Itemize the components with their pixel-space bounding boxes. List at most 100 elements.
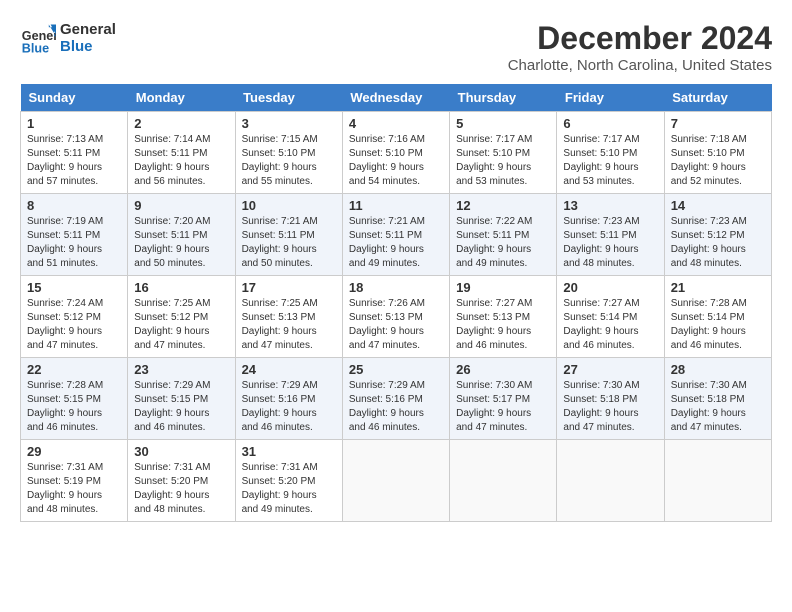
day-cell-12: 12Sunrise: 7:22 AMSunset: 5:11 PMDayligh… [450, 194, 557, 276]
day-info-3: Sunrise: 7:15 AMSunset: 5:10 PMDaylight:… [242, 133, 336, 189]
week-row-5: 29 Sunrise: 7:31 AMSunset: 5:19 PMDayligh… [21, 440, 772, 522]
day-info-13: Sunrise: 7:23 AMSunset: 5:11 PMDaylight:… [563, 215, 657, 271]
day-cell-2: 2 Sunrise: 7:14 AMSunset: 5:11 PMDaylight… [128, 112, 235, 194]
day-number-5: 5 [456, 116, 550, 131]
day-cell-17: 17 Sunrise: 7:25 AMSunset: 5:13 PMDayligh… [235, 276, 342, 358]
day-info-16: Sunrise: 7:25 AMSunset: 5:12 PMDaylight:… [134, 297, 228, 353]
day-info-2: Sunrise: 7:14 AMSunset: 5:11 PMDaylight:… [134, 133, 228, 189]
day-number-19: 19 [456, 280, 550, 295]
day-cell-31: 31 Sunrise: 7:31 AMSunset: 5:20 PMDayligh… [235, 440, 342, 522]
day-number-17: 17 [242, 280, 336, 295]
day-cell-30: 30 Sunrise: 7:31 AMSunset: 5:20 PMDayligh… [128, 440, 235, 522]
day-cell-13: 13 Sunrise: 7:23 AMSunset: 5:11 PMDayligh… [557, 194, 664, 276]
day-info-6: Sunrise: 7:17 AMSunset: 5:10 PMDaylight:… [563, 133, 657, 189]
day-info-7: Sunrise: 7:18 AMSunset: 5:10 PMDaylight:… [671, 133, 765, 189]
day-number-29: 29 [27, 444, 121, 459]
svg-text:Blue: Blue [22, 41, 49, 55]
day-info-11: Sunrise: 7:21 AMSunset: 5:11 PMDaylight:… [349, 215, 443, 271]
day-number-7: 7 [671, 116, 765, 131]
day-number-3: 3 [242, 116, 336, 131]
day-cell-18: 18Sunrise: 7:26 AMSunset: 5:13 PMDayligh… [342, 276, 449, 358]
day-cell-1: 1 Sunrise: 7:13 AMSunset: 5:11 PMDaylight… [21, 112, 128, 194]
day-info-15: Sunrise: 7:24 AMSunset: 5:12 PMDaylight:… [27, 297, 121, 353]
day-info-26: Sunrise: 7:30 AMSunset: 5:17 PMDaylight:… [456, 379, 550, 435]
logo-icon: General Blue [20, 20, 56, 56]
empty-cell [450, 440, 557, 522]
day-info-31: Sunrise: 7:31 AMSunset: 5:20 PMDaylight:… [242, 461, 336, 517]
day-cell-21: 21 Sunrise: 7:28 AMSunset: 5:14 PMDayligh… [664, 276, 771, 358]
day-number-4: 4 [349, 116, 443, 131]
day-info-1: Sunrise: 7:13 AMSunset: 5:11 PMDaylight:… [27, 133, 121, 189]
week-row-1: 1 Sunrise: 7:13 AMSunset: 5:11 PMDaylight… [21, 112, 772, 194]
day-cell-20: 20 Sunrise: 7:27 AMSunset: 5:14 PMDayligh… [557, 276, 664, 358]
empty-cell [664, 440, 771, 522]
day-number-21: 21 [671, 280, 765, 295]
weekday-header-friday: Friday [557, 84, 664, 112]
day-number-15: 15 [27, 280, 121, 295]
day-number-10: 10 [242, 198, 336, 213]
day-info-8: Sunrise: 7:19 AMSunset: 5:11 PMDaylight:… [27, 215, 121, 271]
empty-cell [342, 440, 449, 522]
day-number-16: 16 [134, 280, 228, 295]
weekday-header-sunday: Sunday [21, 84, 128, 112]
day-number-1: 1 [27, 116, 121, 131]
day-info-5: Sunrise: 7:17 AMSunset: 5:10 PMDaylight:… [456, 133, 550, 189]
day-cell-8: 8 Sunrise: 7:19 AMSunset: 5:11 PMDaylight… [21, 194, 128, 276]
logo: General Blue General Blue [20, 20, 116, 56]
weekday-header-row: SundayMondayTuesdayWednesdayThursdayFrid… [21, 84, 772, 112]
day-cell-19: 19 Sunrise: 7:27 AMSunset: 5:13 PMDayligh… [450, 276, 557, 358]
month-title: December 2024 [508, 20, 772, 57]
day-cell-16: 16 Sunrise: 7:25 AMSunset: 5:12 PMDayligh… [128, 276, 235, 358]
day-info-21: Sunrise: 7:28 AMSunset: 5:14 PMDaylight:… [671, 297, 765, 353]
day-info-4: Sunrise: 7:16 AMSunset: 5:10 PMDaylight:… [349, 133, 443, 189]
page-header: General Blue General Blue December 2024 … [20, 20, 772, 74]
day-cell-22: 22 Sunrise: 7:28 AMSunset: 5:15 PMDayligh… [21, 358, 128, 440]
day-number-30: 30 [134, 444, 228, 459]
day-number-11: 11 [349, 198, 443, 213]
day-number-8: 8 [27, 198, 121, 213]
day-info-19: Sunrise: 7:27 AMSunset: 5:13 PMDaylight:… [456, 297, 550, 353]
day-number-2: 2 [134, 116, 228, 131]
week-row-3: 15 Sunrise: 7:24 AMSunset: 5:12 PMDayligh… [21, 276, 772, 358]
day-info-27: Sunrise: 7:30 AMSunset: 5:18 PMDaylight:… [563, 379, 657, 435]
day-cell-4: 4 Sunrise: 7:16 AMSunset: 5:10 PMDaylight… [342, 112, 449, 194]
day-number-26: 26 [456, 362, 550, 377]
day-info-14: Sunrise: 7:23 AMSunset: 5:12 PMDaylight:… [671, 215, 765, 271]
day-number-27: 27 [563, 362, 657, 377]
empty-cell [557, 440, 664, 522]
day-number-28: 28 [671, 362, 765, 377]
day-number-23: 23 [134, 362, 228, 377]
day-number-25: 25 [349, 362, 443, 377]
day-number-22: 22 [27, 362, 121, 377]
day-number-9: 9 [134, 198, 228, 213]
day-info-29: Sunrise: 7:31 AMSunset: 5:19 PMDaylight:… [27, 461, 121, 517]
weekday-header-wednesday: Wednesday [342, 84, 449, 112]
day-number-14: 14 [671, 198, 765, 213]
weekday-header-thursday: Thursday [450, 84, 557, 112]
day-cell-15: 15 Sunrise: 7:24 AMSunset: 5:12 PMDayligh… [21, 276, 128, 358]
day-cell-11: 11 Sunrise: 7:21 AMSunset: 5:11 PMDayligh… [342, 194, 449, 276]
day-info-22: Sunrise: 7:28 AMSunset: 5:15 PMDaylight:… [27, 379, 121, 435]
weekday-header-saturday: Saturday [664, 84, 771, 112]
weekday-header-tuesday: Tuesday [235, 84, 342, 112]
day-number-24: 24 [242, 362, 336, 377]
day-info-23: Sunrise: 7:29 AMSunset: 5:15 PMDaylight:… [134, 379, 228, 435]
day-info-17: Sunrise: 7:25 AMSunset: 5:13 PMDaylight:… [242, 297, 336, 353]
day-cell-23: 23 Sunrise: 7:29 AMSunset: 5:15 PMDayligh… [128, 358, 235, 440]
day-info-30: Sunrise: 7:31 AMSunset: 5:20 PMDaylight:… [134, 461, 228, 517]
day-number-13: 13 [563, 198, 657, 213]
week-row-4: 22 Sunrise: 7:28 AMSunset: 5:15 PMDayligh… [21, 358, 772, 440]
day-number-31: 31 [242, 444, 336, 459]
week-row-2: 8 Sunrise: 7:19 AMSunset: 5:11 PMDaylight… [21, 194, 772, 276]
day-cell-29: 29 Sunrise: 7:31 AMSunset: 5:19 PMDayligh… [21, 440, 128, 522]
day-info-9: Sunrise: 7:20 AMSunset: 5:11 PMDaylight:… [134, 215, 228, 271]
day-cell-26: 26 Sunrise: 7:30 AMSunset: 5:17 PMDayligh… [450, 358, 557, 440]
day-number-20: 20 [563, 280, 657, 295]
weekday-header-monday: Monday [128, 84, 235, 112]
logo-general: General [60, 21, 116, 38]
location-title: Charlotte, North Carolina, United States [508, 57, 772, 74]
day-info-25: Sunrise: 7:29 AMSunset: 5:16 PMDaylight:… [349, 379, 443, 435]
day-number-12: 12 [456, 198, 550, 213]
day-info-24: Sunrise: 7:29 AMSunset: 5:16 PMDaylight:… [242, 379, 336, 435]
day-info-20: Sunrise: 7:27 AMSunset: 5:14 PMDaylight:… [563, 297, 657, 353]
